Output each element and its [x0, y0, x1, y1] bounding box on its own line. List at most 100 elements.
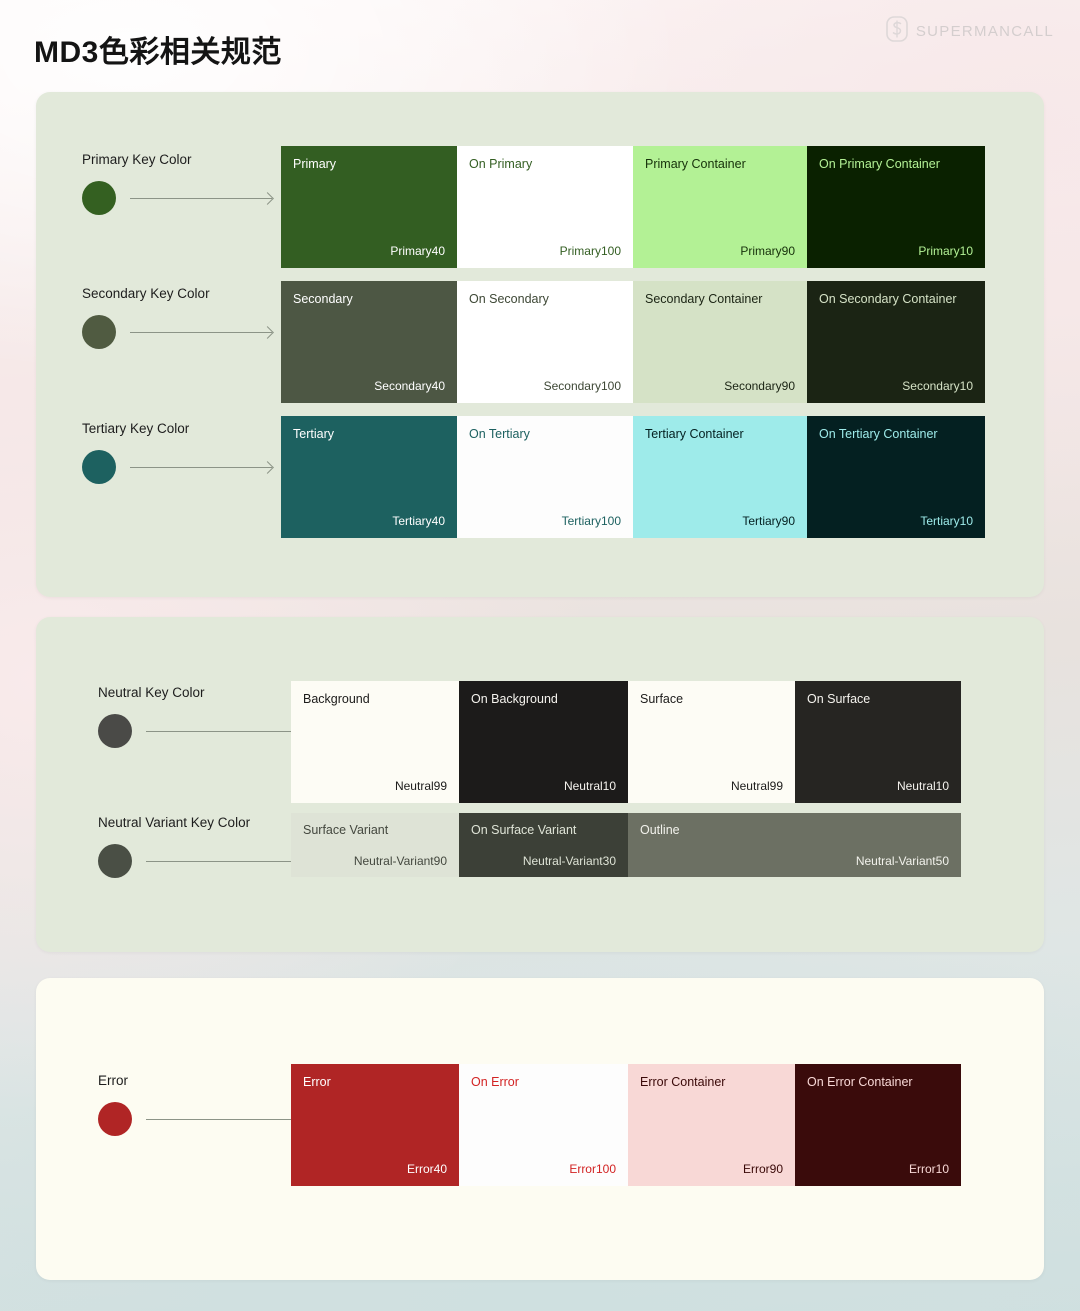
swatch-token: Neutral10: [896, 779, 949, 793]
swatch-token: Tertiary40: [392, 514, 445, 528]
swatch-token: Neutral-Variant30: [522, 854, 616, 868]
swatch-tertiary[interactable]: Tertiary Tertiary40: [281, 416, 457, 538]
swatch-token: Error100: [569, 1162, 616, 1176]
swatch-error-container[interactable]: Error Container Error90: [628, 1064, 795, 1186]
swatch-name: On Error Container: [807, 1075, 913, 1089]
swatch-strip-secondary: Secondary Secondary40 On Secondary Secon…: [281, 281, 985, 403]
swatch-name: On Tertiary: [469, 427, 530, 441]
key-color-dot: [82, 181, 116, 215]
swatch-tertiary-container[interactable]: Tertiary Container Tertiary90: [633, 416, 807, 538]
swatch-on-primary[interactable]: On Primary Primary100: [457, 146, 633, 268]
swatch-name: Error Container: [640, 1075, 726, 1089]
swatch-name: Background: [303, 692, 370, 706]
swatch-name: On Primary: [469, 157, 533, 171]
swatch-on-primary-container[interactable]: On Primary Container Primary10: [807, 146, 985, 268]
key-row-tertiary-label: Tertiary Key Color: [82, 421, 282, 484]
key-color-dot: [98, 1102, 132, 1136]
watermark: SUPERMANCALL: [886, 16, 1054, 47]
key-row-error-label: Error: [98, 1073, 316, 1136]
swatch-outline[interactable]: Outline Neutral-Variant50: [628, 813, 961, 877]
swatch-token: Primary100: [559, 244, 621, 258]
swatch-name: Outline: [640, 823, 680, 837]
swatch-name: Primary Container: [645, 157, 746, 171]
swatch-strip-neutral: Background Neutral99 On Background Neutr…: [291, 681, 961, 803]
swatch-strip-tertiary: Tertiary Tertiary40 On Tertiary Tertiary…: [281, 416, 985, 538]
key-label: Neutral Variant Key Color: [98, 815, 251, 830]
swatch-on-error[interactable]: On Error Error100: [459, 1064, 628, 1186]
key-label: Neutral Key Color: [98, 685, 205, 700]
swatch-token: Primary10: [918, 244, 973, 258]
swatch-name: Surface Variant: [303, 823, 389, 837]
s-monogram-icon: [886, 16, 908, 47]
key-color-dot: [98, 714, 132, 748]
swatch-name: Primary: [293, 157, 337, 171]
swatch-strip-primary: Primary Primary40 On Primary Primary100 …: [281, 146, 985, 268]
flow-arrow-icon: [130, 466, 272, 468]
swatch-token: Neutral99: [394, 779, 447, 793]
key-color-dot: [82, 450, 116, 484]
swatch-primary[interactable]: Primary Primary40: [281, 146, 457, 268]
swatch-token: Error90: [742, 1162, 783, 1176]
key-label: Secondary Key Color: [82, 286, 210, 301]
swatch-on-secondary-container[interactable]: On Secondary Container Secondary10: [807, 281, 985, 403]
swatch-name: On Background: [471, 692, 558, 706]
swatch-name: Error: [303, 1075, 331, 1089]
error-colors-card: Error Error Error40 On Error Error100 Er…: [36, 978, 1044, 1280]
swatch-name: On Secondary: [469, 292, 549, 306]
swatch-strip-error: Error Error40 On Error Error100 Error Co…: [291, 1064, 961, 1186]
watermark-label: SUPERMANCALL: [915, 23, 1054, 40]
swatch-on-secondary[interactable]: On Secondary Secondary100: [457, 281, 633, 403]
swatch-on-surface-variant[interactable]: On Surface Variant Neutral-Variant30: [459, 813, 628, 877]
swatch-name: Secondary Container: [645, 292, 763, 306]
swatch-name: Tertiary: [293, 427, 334, 441]
swatch-name: Surface: [640, 692, 684, 706]
poster-canvas: MD3色彩相关规范 SUPERMANCALL Primary Key Color: [0, 0, 1080, 1311]
swatch-token: Secondary100: [543, 379, 621, 393]
key-row-secondary-label: Secondary Key Color: [82, 286, 282, 349]
key-color-dot: [98, 844, 132, 878]
flow-arrow-icon: [146, 730, 306, 732]
flow-arrow-icon: [146, 1118, 306, 1120]
swatch-error[interactable]: Error Error40: [291, 1064, 459, 1186]
swatch-on-background[interactable]: On Background Neutral10: [459, 681, 628, 803]
swatch-token: Tertiary10: [920, 514, 973, 528]
swatch-primary-container[interactable]: Primary Container Primary90: [633, 146, 807, 268]
swatch-name: On Tertiary Container: [819, 427, 938, 441]
swatch-token: Neutral99: [730, 779, 783, 793]
swatch-surface[interactable]: Surface Neutral99: [628, 681, 795, 803]
swatch-secondary-container[interactable]: Secondary Container Secondary90: [633, 281, 807, 403]
swatch-token: Secondary40: [374, 379, 445, 393]
swatch-on-tertiary-container[interactable]: On Tertiary Container Tertiary10: [807, 416, 985, 538]
swatch-on-error-container[interactable]: On Error Container Error10: [795, 1064, 961, 1186]
swatch-name: Secondary: [293, 292, 353, 306]
swatch-token: Error10: [908, 1162, 949, 1176]
swatch-surface-variant[interactable]: Surface Variant Neutral-Variant90: [291, 813, 459, 877]
swatch-name: On Secondary Container: [819, 292, 957, 306]
swatch-on-tertiary[interactable]: On Tertiary Tertiary100: [457, 416, 633, 538]
swatch-name: Tertiary Container: [645, 427, 744, 441]
swatch-secondary[interactable]: Secondary Secondary40: [281, 281, 457, 403]
swatch-token: Neutral-Variant50: [855, 854, 949, 868]
key-row-neutral-variant-label: Neutral Variant Key Color: [98, 815, 316, 878]
flow-arrow-icon: [130, 197, 272, 199]
key-label: Primary Key Color: [82, 152, 192, 167]
swatch-name: On Error: [471, 1075, 519, 1089]
swatch-token: Neutral-Variant90: [353, 854, 447, 868]
page-title: MD3色彩相关规范: [34, 36, 282, 69]
flow-arrow-icon: [130, 331, 272, 333]
key-color-dot: [82, 315, 116, 349]
swatch-token: Tertiary100: [561, 514, 621, 528]
swatch-token: Primary90: [740, 244, 795, 258]
swatch-name: On Surface: [807, 692, 871, 706]
swatch-background[interactable]: Background Neutral99: [291, 681, 459, 803]
page-header: MD3色彩相关规范 SUPERMANCALL: [0, 0, 1080, 90]
key-label: Error: [98, 1073, 128, 1088]
swatch-strip-neutral-variant: Surface Variant Neutral-Variant90 On Sur…: [291, 813, 961, 877]
swatch-on-surface[interactable]: On Surface Neutral10: [795, 681, 961, 803]
swatch-token: Tertiary90: [742, 514, 795, 528]
swatch-token: Error40: [406, 1162, 447, 1176]
swatch-name: On Primary Container: [819, 157, 940, 171]
swatch-token: Neutral10: [563, 779, 616, 793]
neutral-colors-card: Neutral Key Color Background Neutral99 O…: [36, 617, 1044, 952]
swatch-token: Secondary90: [724, 379, 795, 393]
